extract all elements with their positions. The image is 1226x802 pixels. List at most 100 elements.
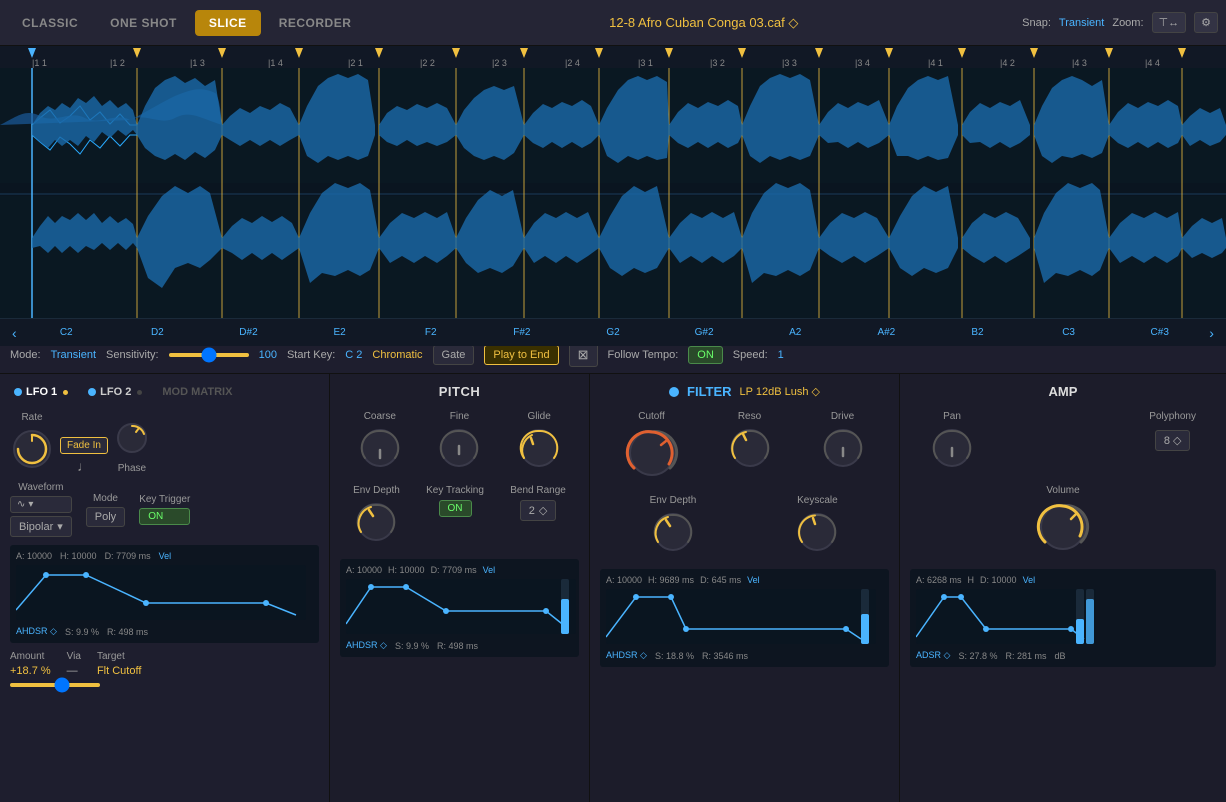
key-label-a2[interactable]: A2: [750, 327, 841, 338]
loop-btn[interactable]: ⊠: [569, 343, 598, 367]
pitch-title: PITCH: [340, 384, 579, 399]
key-tracking-value[interactable]: ON: [439, 500, 472, 517]
amount-value[interactable]: +18.7 %: [10, 665, 51, 677]
file-name[interactable]: 12-8 Afro Cuban Conga 03.caf ◇: [389, 15, 1018, 31]
zoom-fit-btn[interactable]: ⊤↔: [1152, 12, 1187, 33]
lfo1-power-dot[interactable]: [14, 388, 22, 396]
waveform-canvas[interactable]: [0, 68, 1226, 318]
rate-group: Rate: [10, 412, 54, 474]
mod-matrix-label: MOD MATRIX: [162, 386, 232, 398]
follow-tempo-value[interactable]: ON: [688, 346, 723, 364]
lfo1-label: LFO 1: [26, 386, 57, 398]
key-label-e2[interactable]: E2: [294, 327, 385, 338]
key-label-ds2[interactable]: D#2: [203, 327, 294, 338]
tab-lfo2[interactable]: LFO 2: [84, 384, 146, 400]
key-trigger-value[interactable]: ON: [139, 508, 190, 525]
drive-label: Drive: [831, 411, 854, 422]
tab-lfo1[interactable]: LFO 1: [10, 384, 72, 400]
tab-classic[interactable]: CLASSIC: [8, 10, 92, 36]
tab-mod-matrix[interactable]: MOD MATRIX: [158, 384, 236, 400]
waveform-selector[interactable]: ∿ ▾: [10, 496, 72, 513]
mode-value: Poly: [95, 511, 116, 523]
pan-label: Pan: [943, 411, 961, 422]
mode-selector[interactable]: Poly: [86, 507, 125, 527]
volume-knob[interactable]: [1036, 500, 1090, 557]
main-container: CLASSIC ONE SHOT SLICE RECORDER 12-8 Afr…: [0, 0, 1226, 802]
glide-knob[interactable]: [517, 426, 561, 473]
start-key-value[interactable]: C 2: [345, 349, 362, 361]
keyscale-group: Keyscale: [795, 495, 839, 557]
waveform-labels: ‹ C2 D2 D#2 E2 F2 F#2 G2 G#2 A2 A#2 B2 C…: [0, 318, 1226, 346]
filter-type[interactable]: LP 12dB Lush ◇: [740, 385, 820, 398]
env-depth-knob[interactable]: [354, 500, 398, 547]
polyphony-value[interactable]: 8 ◇: [1155, 430, 1191, 451]
key-label-g2[interactable]: G2: [567, 327, 658, 338]
key-label-as2[interactable]: A#2: [841, 327, 932, 338]
svg-text:|1 2: |1 2: [110, 58, 125, 68]
drive-knob[interactable]: [821, 426, 865, 473]
amount-slider[interactable]: [10, 683, 100, 687]
key-label-b2[interactable]: B2: [932, 327, 1023, 338]
filter-env-graph: [606, 589, 876, 644]
lfo-panel: LFO 1 LFO 2 MOD MATRIX Rate: [0, 374, 330, 802]
pitch-ahdsr-label[interactable]: AHDSR ◇: [16, 626, 57, 637]
mode-label: Mode:: [10, 349, 41, 361]
cutoff-knob[interactable]: [625, 426, 679, 483]
key-label-cs3[interactable]: C#3: [1114, 327, 1205, 338]
tab-slice[interactable]: SLICE: [195, 10, 261, 36]
lfo2-power-dot[interactable]: [88, 388, 96, 396]
coarse-group: Coarse: [358, 411, 402, 473]
pitch-ahdsr2[interactable]: AHDSR ◇: [346, 640, 387, 651]
filter-power-btn[interactable]: [669, 387, 679, 397]
sensitivity-slider[interactable]: [169, 353, 249, 357]
key-label-d2[interactable]: D2: [112, 327, 203, 338]
pitch-r2: R: 498 ms: [437, 641, 478, 651]
chromatic-value[interactable]: Chromatic: [372, 349, 422, 361]
keyscale-knob[interactable]: [795, 510, 839, 557]
bipolar-selector[interactable]: Bipolar ▾: [10, 516, 72, 537]
lfo-tabs: LFO 1 LFO 2 MOD MATRIX: [10, 384, 319, 400]
pitch-panel: PITCH Coarse Fine: [330, 374, 590, 802]
bend-range-value[interactable]: 2 ◇: [520, 500, 557, 521]
nav-right[interactable]: ›: [1205, 325, 1218, 341]
mode-value[interactable]: Transient: [51, 349, 96, 361]
amp-env-graph: [916, 589, 1096, 644]
tab-one-shot[interactable]: ONE SHOT: [96, 10, 191, 36]
speed-value[interactable]: 1: [778, 349, 784, 361]
note-sync-icon[interactable]: ♩: [77, 458, 91, 474]
fade-in-btn[interactable]: Fade In: [60, 437, 108, 454]
amp-adsr[interactable]: ADSR ◇: [916, 650, 950, 661]
fine-knob[interactable]: [437, 426, 481, 473]
key-tracking-label: Key Tracking: [426, 485, 484, 496]
waveform-icon: ∿: [17, 499, 25, 510]
gate-btn[interactable]: Gate: [433, 345, 475, 365]
key-label-c2[interactable]: C2: [21, 327, 112, 338]
amp-vel: Vel: [1023, 575, 1036, 585]
reso-knob[interactable]: [728, 426, 772, 473]
pan-knob[interactable]: [930, 426, 974, 473]
amount-label: Amount: [10, 651, 51, 662]
key-label-fs2[interactable]: F#2: [476, 327, 567, 338]
settings-btn[interactable]: ⚙: [1194, 12, 1218, 33]
rate-knob[interactable]: [10, 427, 54, 474]
slice-markers-svg: |1 1 |1 2 |1 3 |1 4 |2 1 |2 2 |2 3 |2 4 …: [0, 46, 1226, 68]
filter-env-a: A: 10000: [606, 575, 642, 585]
target-value[interactable]: Flt Cutoff: [97, 665, 141, 677]
waveform-section: |1 1 |1 2 |1 3 |1 4 |2 1 |2 2 |2 3 |2 4 …: [0, 46, 1226, 336]
key-label-c3[interactable]: C3: [1023, 327, 1114, 338]
pitch-bottom-knobs: Env Depth Key Tracking ON: [340, 485, 579, 547]
phase-knob[interactable]: [114, 420, 150, 459]
tab-recorder[interactable]: RECORDER: [265, 10, 366, 36]
svg-text:|3 1: |3 1: [638, 58, 653, 68]
key-label-f2[interactable]: F2: [385, 327, 476, 338]
coarse-knob[interactable]: [358, 426, 402, 473]
snap-value[interactable]: Transient: [1059, 17, 1104, 29]
filter-ahdsr[interactable]: AHDSR ◇: [606, 650, 647, 661]
key-label-gs2[interactable]: G#2: [659, 327, 750, 338]
filter-env-d: D: 645 ms: [700, 575, 741, 585]
via-value[interactable]: —: [67, 665, 81, 677]
nav-left[interactable]: ‹: [8, 325, 21, 341]
filter-env-depth-knob[interactable]: [651, 510, 695, 557]
play-to-end-btn[interactable]: Play to End: [484, 345, 558, 365]
slice-markers-row: |1 1 |1 2 |1 3 |1 4 |2 1 |2 2 |2 3 |2 4 …: [0, 46, 1226, 68]
